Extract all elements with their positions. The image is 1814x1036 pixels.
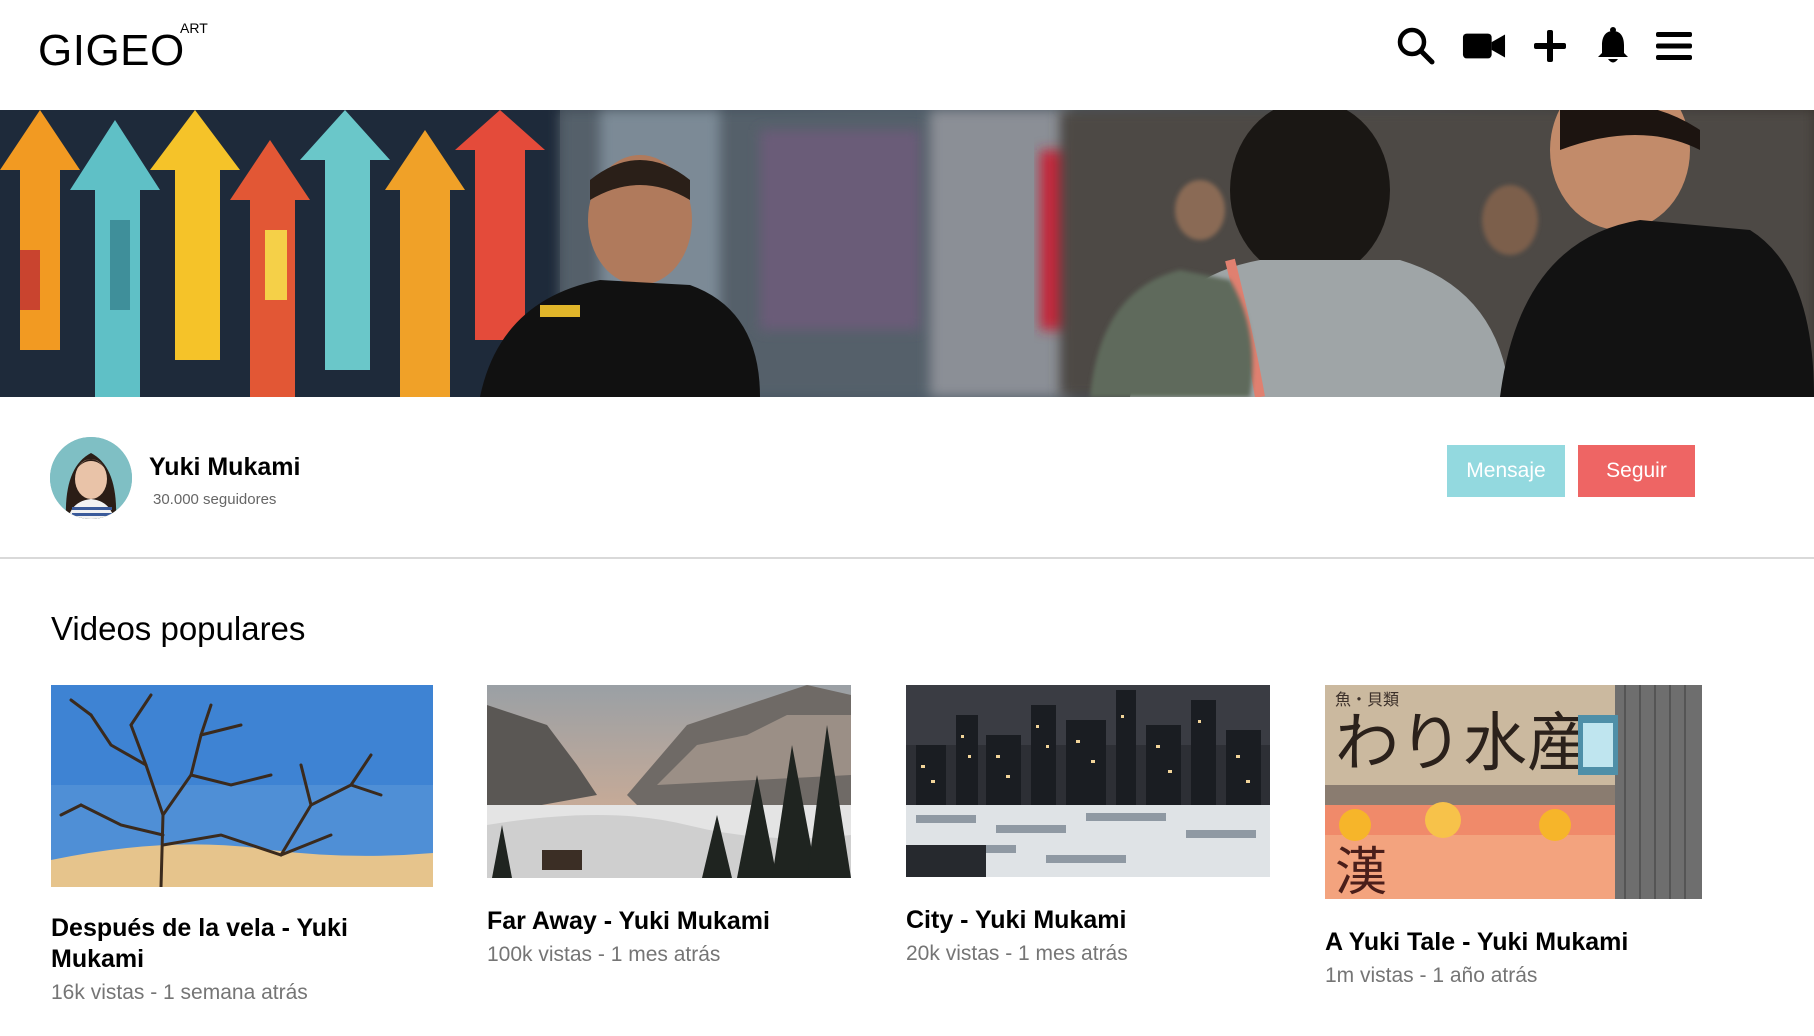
video-title[interactable]: A Yuki Tale - Yuki Mukami — [1325, 927, 1703, 958]
video-thumbnail[interactable]: わり水産 魚・貝類 漢 — [1325, 685, 1702, 899]
video-thumbnail[interactable] — [487, 685, 851, 878]
video-meta: 20k vistas - 1 mes atrás — [906, 942, 1128, 965]
channel-profile-section: Yuki Mukami 30.000 seguidores Mensaje Se… — [0, 397, 1814, 559]
follower-count: 30.000 seguidores — [153, 491, 277, 508]
video-title[interactable]: City - Yuki Mukami — [906, 905, 1270, 936]
video-card[interactable]: わり水産 魚・貝類 漢 A Yuki Tale - Yuki Mukami 1m… — [1325, 685, 1703, 988]
video-card[interactable]: Far Away - Yuki Mukami 100k vistas - 1 m… — [487, 685, 851, 967]
follow-button[interactable]: Seguir — [1578, 445, 1695, 497]
avatar[interactable] — [50, 437, 132, 519]
svg-text:漢: 漢 — [1335, 843, 1387, 899]
channel-banner-image — [0, 110, 1814, 397]
video-title[interactable]: Después de la vela - Yuki Mukami — [51, 913, 433, 975]
top-navigation-bar: GIGEO ART — [0, 0, 1814, 110]
video-meta: 16k vistas - 1 semana atrás — [51, 981, 308, 1004]
channel-name[interactable]: Yuki Mukami — [149, 453, 300, 482]
video-camera-icon[interactable] — [1462, 24, 1506, 68]
site-logo[interactable]: GIGEO — [38, 26, 185, 76]
video-card[interactable]: Después de la vela - Yuki Mukami 16k vis… — [51, 685, 433, 1005]
video-thumbnail[interactable] — [906, 685, 1270, 877]
video-title[interactable]: Far Away - Yuki Mukami — [487, 906, 851, 937]
site-logo-superscript: ART — [180, 20, 208, 36]
svg-text:魚・貝類: 魚・貝類 — [1335, 690, 1399, 709]
section-title: Videos populares — [51, 610, 306, 647]
svg-text:わり水産: わり水産 — [1335, 707, 1591, 781]
plus-icon[interactable] — [1528, 24, 1572, 68]
bell-icon[interactable] — [1591, 24, 1635, 68]
video-meta: 1m vistas - 1 año atrás — [1325, 964, 1538, 987]
search-icon[interactable] — [1394, 24, 1438, 68]
video-meta: 100k vistas - 1 mes atrás — [487, 943, 721, 966]
menu-icon[interactable] — [1652, 24, 1696, 68]
video-thumbnail[interactable] — [51, 685, 433, 887]
message-button[interactable]: Mensaje — [1447, 445, 1565, 497]
video-card[interactable]: City - Yuki Mukami 20k vistas - 1 mes at… — [906, 685, 1270, 966]
